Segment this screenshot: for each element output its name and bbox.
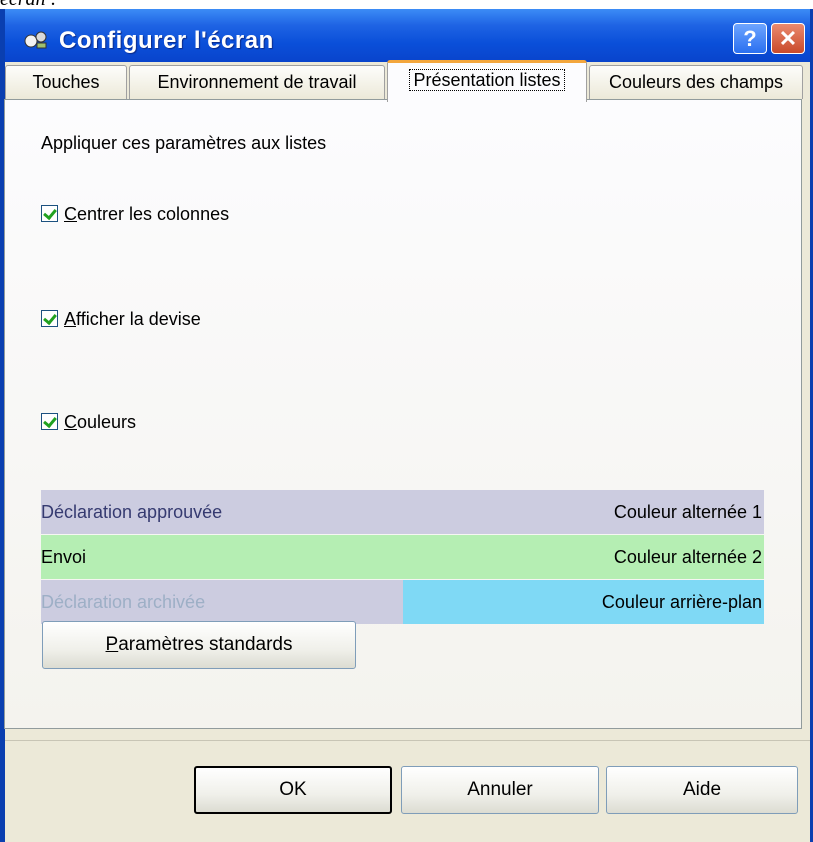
mnemonic-letter: P	[105, 634, 119, 655]
checkbox-checked-icon[interactable]	[41, 310, 58, 327]
mnemonic-letter: C	[64, 412, 77, 432]
color-row-declaration-approuvee[interactable]: Déclaration approuvée Couleur alternée 1	[41, 490, 764, 534]
color-row-envoi[interactable]: Envoi Couleur alternée 2	[41, 535, 764, 579]
tab-presentation-label: Présentation listes	[409, 69, 565, 91]
app-icon	[24, 31, 47, 49]
help-button[interactable]: Aide	[606, 766, 798, 814]
button-label: aramètres standards	[118, 634, 293, 655]
standard-settings-button[interactable]: Paramètres standards	[42, 621, 356, 669]
help-icon[interactable]: ?	[733, 23, 767, 54]
checkbox-label: fficher la devise	[76, 309, 201, 329]
color-row-label: Déclaration approuvée	[41, 502, 223, 522]
window-title: Configurer l'écran	[59, 27, 274, 54]
ok-button[interactable]: OK	[194, 766, 392, 814]
color-row-setting: Couleur arrière-plan	[601, 592, 762, 612]
color-row-label: Déclaration archivée	[41, 592, 206, 612]
checkbox-centrer-les-colonnes[interactable]: Centrer les colonnes	[41, 204, 229, 225]
checkbox-checked-icon[interactable]	[41, 413, 58, 430]
tab-couleurs-des-champs[interactable]: Couleurs des champs	[589, 65, 803, 99]
checkbox-afficher-la-devise[interactable]: Afficher la devise	[41, 309, 201, 330]
tab-environnement-de-travail[interactable]: Environnement de travail	[129, 65, 385, 99]
mnemonic-letter: A	[64, 309, 77, 329]
close-icon[interactable]: ✕	[771, 23, 805, 54]
tab-touches[interactable]: Touches	[5, 65, 127, 99]
color-row-setting: Couleur alternée 2	[613, 547, 762, 567]
color-row-declaration-archivee[interactable]: Déclaration archivée Couleur arrière-pla…	[41, 580, 764, 624]
mnemonic-letter: C	[64, 204, 77, 224]
checkbox-label: ouleurs	[77, 412, 137, 432]
checkbox-checked-icon[interactable]	[41, 205, 58, 222]
checkbox-couleurs[interactable]: Couleurs	[41, 412, 136, 433]
color-row-label: Envoi	[41, 547, 87, 567]
title-bar[interactable]: Configurer l'écran ? ✕	[5, 9, 810, 62]
footer-separator	[5, 740, 810, 741]
panel-heading: Appliquer ces paramètres aux listes	[41, 133, 327, 153]
checkbox-label: entrer les colonnes	[77, 204, 230, 224]
color-row-setting: Couleur alternée 1	[613, 502, 762, 522]
cancel-button[interactable]: Annuler	[401, 766, 599, 814]
tab-presentation-listes[interactable]: Présentation listes	[387, 60, 587, 102]
